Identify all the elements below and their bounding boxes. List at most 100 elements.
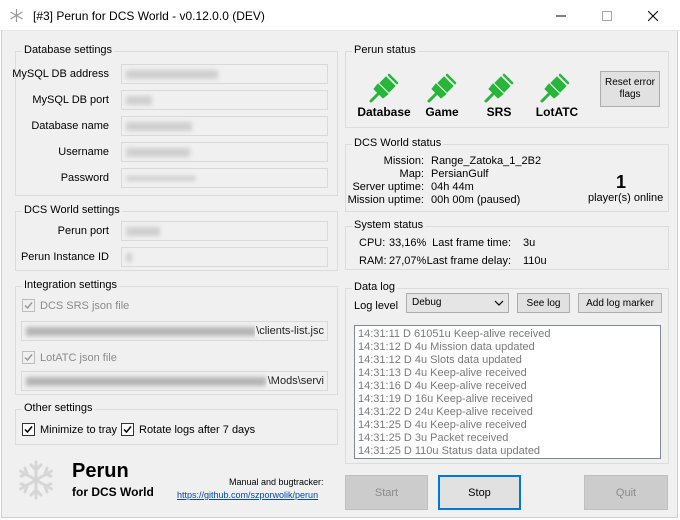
minimize-icon — [556, 15, 566, 16]
close-button[interactable] — [630, 0, 676, 31]
log-level-value: Debug — [412, 297, 442, 308]
chevron-down-icon — [494, 300, 504, 306]
players-online-label: player(s) online — [588, 192, 664, 204]
check-icon — [24, 302, 33, 310]
lotatc-json-checkbox[interactable]: LotATC json file — [22, 351, 117, 364]
status-lotatc-label: LotATC — [535, 105, 579, 119]
close-icon — [648, 10, 658, 21]
log-level-label: Log level — [354, 300, 399, 312]
see-log-button[interactable]: See log — [517, 293, 570, 313]
last-frame-delay-value: 110u — [523, 255, 547, 267]
start-button[interactable]: Start — [345, 475, 428, 510]
maximize-button[interactable] — [584, 0, 630, 31]
rotate-logs-checkbox[interactable]: Rotate logs after 7 days — [121, 423, 255, 436]
check-icon — [24, 426, 33, 434]
srs-json-path-field[interactable]: \clients-list.jsc — [21, 321, 328, 341]
reset-error-flags-button[interactable]: Reset error flags — [600, 71, 660, 107]
plug-connected-icon — [369, 73, 399, 103]
ram-value: 27,07% — [389, 255, 427, 267]
mission-label: Mission: — [383, 155, 424, 167]
db-password-label: Password — [60, 172, 109, 184]
status-database-label: Database — [357, 105, 411, 119]
quit-label: Quit — [615, 486, 637, 499]
data-log-list[interactable]: 14:31:11 D 61051u Keep-alive received 14… — [354, 325, 661, 459]
last-frame-time-value: 3u — [523, 237, 536, 249]
db-port-label: MySQL DB port — [32, 94, 109, 106]
ram-label: RAM: — [359, 255, 387, 267]
github-link[interactable]: https://github.com/szporwolik/perun — [177, 490, 318, 500]
checkbox-box — [22, 423, 35, 436]
srs-json-label: DCS SRS json file — [40, 299, 130, 312]
group-title: System status — [352, 219, 426, 231]
log-line: 14:31:25 D 4u Keep-alive received — [358, 419, 527, 431]
checkbox-box — [121, 423, 134, 436]
log-line: 14:31:11 D 61051u Keep-alive received — [358, 328, 551, 340]
group-title: Perun status — [352, 44, 418, 56]
server-uptime-value: 04h 44m — [431, 181, 474, 193]
lotatc-json-label: LotATC json file — [40, 351, 117, 364]
stop-button[interactable]: Stop — [438, 475, 521, 510]
perun-logo-icon — [18, 460, 54, 500]
last-frame-time-label: Last frame time: — [432, 237, 511, 249]
check-icon — [24, 354, 33, 362]
cpu-value: 33,16% — [389, 237, 427, 249]
db-name-label: Database name — [31, 120, 109, 132]
db-username-label: Username — [58, 146, 109, 158]
map-value: PersianGulf — [431, 168, 489, 180]
window-title: [#3] Perun for DCS World - v0.12.0.0 (DE… — [33, 9, 265, 23]
srs-json-checkbox[interactable]: DCS SRS json file — [22, 299, 129, 312]
perun-instance-id-field[interactable] — [121, 247, 328, 267]
checkbox-box — [22, 351, 35, 364]
main-window: Database settings MySQL DB address MySQL… — [1, 31, 678, 518]
log-line: 14:31:25 D 110u Status data updated — [358, 445, 541, 457]
stop-label: Stop — [468, 486, 491, 499]
db-port-field[interactable] — [121, 90, 328, 110]
status-game-label: Game — [425, 105, 459, 119]
db-name-field[interactable] — [121, 116, 328, 136]
add-log-marker-button[interactable]: Add log marker — [578, 293, 662, 313]
plug-connected-icon — [484, 73, 514, 103]
last-frame-delay-label: Last frame delay: — [426, 255, 511, 267]
log-line: 14:31:13 D 4u Keep-alive received — [358, 367, 527, 379]
minimize-to-tray-checkbox[interactable]: Minimize to tray — [22, 423, 117, 436]
group-title: Integration settings — [22, 279, 119, 291]
cpu-label: CPU: — [359, 237, 386, 249]
db-address-field[interactable] — [121, 64, 328, 84]
group-title: DCS World status — [352, 137, 444, 149]
perun-port-field[interactable] — [121, 221, 328, 241]
db-address-label: MySQL DB address — [12, 68, 109, 80]
srs-json-path-text: \clients-list.jsc — [255, 325, 324, 337]
minimize-button[interactable] — [538, 0, 584, 31]
maximize-icon — [602, 10, 612, 21]
group-title: Data log — [352, 281, 397, 293]
db-username-field[interactable] — [121, 142, 328, 162]
minimize-to-tray-label: Minimize to tray — [40, 423, 118, 436]
plug-connected-icon — [427, 73, 457, 103]
manual-label: Manual and bugtracker: — [229, 477, 324, 487]
lotatc-json-path-field[interactable]: \Mods\servi — [21, 371, 328, 391]
group-title: Other settings — [22, 402, 95, 414]
server-uptime-label: Server uptime: — [352, 181, 424, 193]
players-count: 1 — [616, 172, 627, 192]
mission-uptime-value: 00h 00m (paused) — [431, 194, 521, 206]
plug-connected-icon — [540, 73, 570, 103]
mission-value: Range_Zatoka_1_2B2 — [431, 155, 542, 167]
perun-instance-id-label: Perun Instance ID — [20, 251, 109, 263]
log-line: 14:31:16 D 4u Keep-alive received — [358, 380, 527, 392]
brand-subtitle: for DCS World — [72, 485, 154, 499]
log-level-select[interactable]: Debug — [406, 293, 509, 313]
group-title: DCS World settings — [22, 204, 122, 216]
check-icon — [123, 426, 132, 434]
start-label: Start — [374, 486, 399, 499]
quit-button[interactable]: Quit — [584, 475, 668, 510]
log-line: 14:31:22 D 24u Keep-alive received — [358, 406, 533, 418]
see-log-label: See log — [526, 297, 561, 309]
lotatc-json-path-text: \Mods\servi — [266, 375, 324, 387]
app-icon — [10, 9, 23, 22]
log-line: 14:31:19 D 16u Keep-alive received — [358, 393, 533, 405]
mission-uptime-label: Mission uptime: — [347, 194, 424, 206]
title-bar: [#3] Perun for DCS World - v0.12.0.0 (DE… — [0, 0, 680, 31]
log-line: 14:31:12 D 4u Slots data updated — [358, 354, 522, 366]
checkbox-box — [22, 299, 35, 312]
db-password-field[interactable] — [121, 168, 328, 188]
